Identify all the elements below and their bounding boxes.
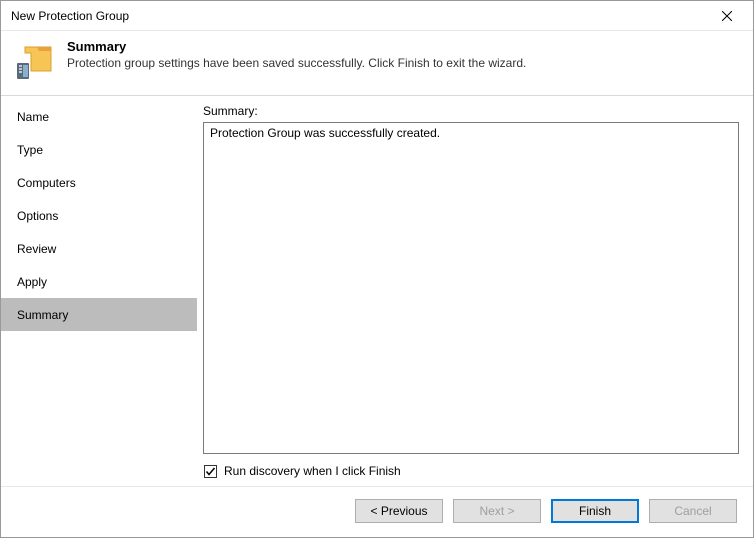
run-discovery-label: Run discovery when I click Finish	[224, 464, 401, 478]
wizard-icon	[15, 41, 55, 81]
header-title: Summary	[67, 39, 526, 54]
checkbox-row: Run discovery when I click Finish	[203, 464, 739, 478]
sidebar-item-summary[interactable]: Summary	[1, 298, 197, 331]
button-row: < Previous Next > Finish Cancel	[1, 486, 753, 537]
summary-label: Summary:	[203, 104, 739, 118]
titlebar: New Protection Group	[1, 1, 753, 31]
sidebar-item-apply[interactable]: Apply	[1, 265, 197, 298]
sidebar-item-label: Computers	[17, 176, 76, 190]
button-label: Finish	[579, 504, 611, 518]
header: Summary Protection group settings have b…	[1, 31, 753, 95]
sidebar: Name Type Computers Options Review Apply…	[1, 96, 197, 486]
run-discovery-checkbox[interactable]	[204, 465, 217, 478]
sidebar-item-label: Type	[17, 143, 43, 157]
window-title: New Protection Group	[11, 9, 707, 23]
button-label: Cancel	[674, 504, 711, 518]
sidebar-item-name[interactable]: Name	[1, 100, 197, 133]
sidebar-item-options[interactable]: Options	[1, 199, 197, 232]
summary-textbox[interactable]: Protection Group was successfully create…	[203, 122, 739, 454]
previous-button[interactable]: < Previous	[355, 499, 443, 523]
checkmark-icon	[205, 466, 216, 477]
next-button: Next >	[453, 499, 541, 523]
finish-button[interactable]: Finish	[551, 499, 639, 523]
close-icon	[722, 11, 732, 21]
button-label: Next >	[479, 504, 514, 518]
main-panel: Summary: Protection Group was successful…	[197, 96, 753, 486]
sidebar-item-label: Summary	[17, 308, 68, 322]
summary-text: Protection Group was successfully create…	[210, 126, 440, 140]
sidebar-item-label: Review	[17, 242, 56, 256]
header-text: Summary Protection group settings have b…	[67, 39, 526, 70]
sidebar-item-type[interactable]: Type	[1, 133, 197, 166]
sidebar-item-label: Options	[17, 209, 58, 223]
sidebar-item-review[interactable]: Review	[1, 232, 197, 265]
dialog-window: New Protection Group Summary Protection …	[0, 0, 754, 538]
header-description: Protection group settings have been save…	[67, 56, 526, 70]
sidebar-item-computers[interactable]: Computers	[1, 166, 197, 199]
sidebar-item-label: Name	[17, 110, 49, 124]
sidebar-item-label: Apply	[17, 275, 47, 289]
body: Name Type Computers Options Review Apply…	[1, 95, 753, 486]
button-label: < Previous	[370, 504, 427, 518]
cancel-button: Cancel	[649, 499, 737, 523]
close-button[interactable]	[707, 2, 747, 30]
